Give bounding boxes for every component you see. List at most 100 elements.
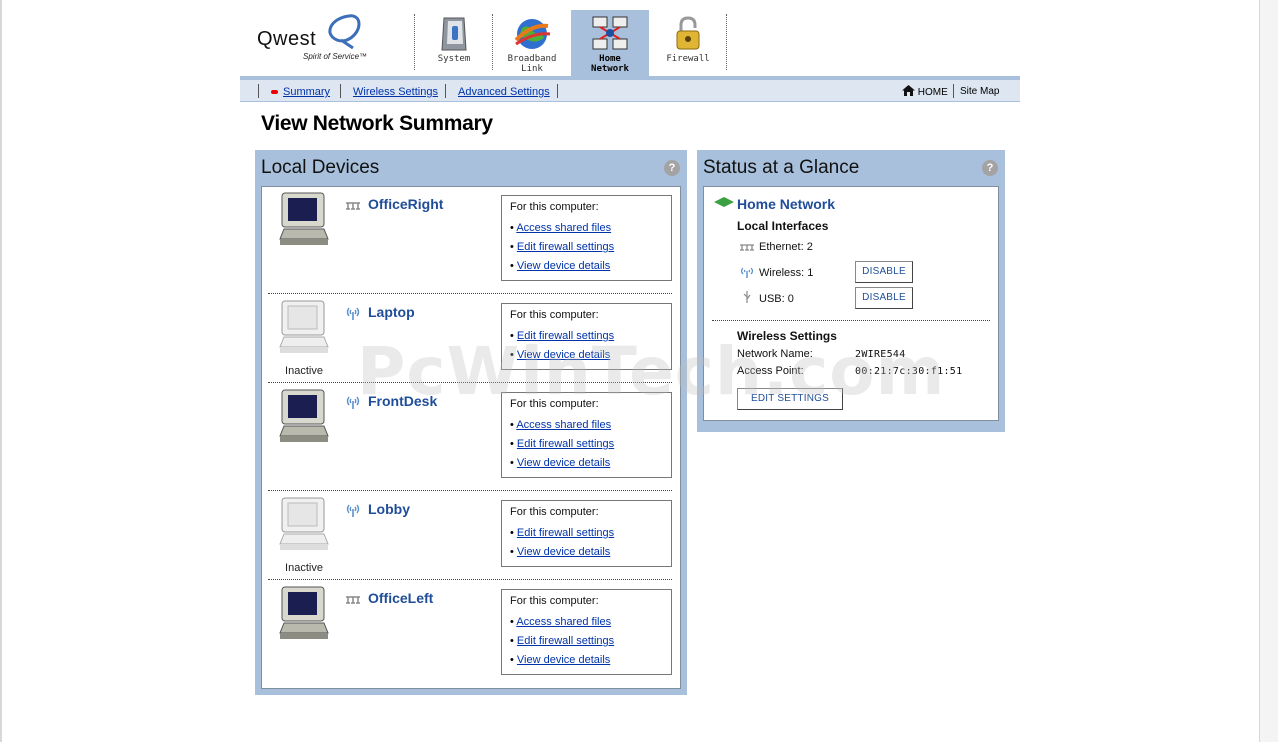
edit-settings-button[interactable]: EDIT SETTINGS — [737, 388, 843, 410]
window-left-border — [0, 0, 2, 742]
system-icon — [441, 17, 467, 51]
qwest-logo[interactable]: Qwest Spirit of Service™ — [257, 14, 367, 61]
device-actions-header: For this computer: — [510, 595, 599, 607]
disable-wireless-button[interactable]: DISABLE — [855, 261, 913, 283]
wireless-icon — [740, 267, 754, 278]
panel-title: Local Devices — [261, 157, 380, 178]
subnav-separator — [953, 84, 954, 98]
device-name[interactable]: Lobby — [368, 501, 410, 517]
usb-icon — [743, 291, 751, 303]
device-name[interactable]: FrontDesk — [368, 393, 437, 409]
inactive-computer-icon[interactable] — [276, 299, 332, 357]
subnav-summary[interactable]: Summary — [271, 86, 330, 98]
header: Qwest Spirit of Service™ System Broadban… — [240, 8, 1020, 76]
inactive-computer-icon[interactable] — [276, 496, 332, 554]
nav-tab-broadband-link[interactable]: Broadband Link — [493, 10, 571, 76]
subnav-separator — [340, 84, 341, 98]
home-link[interactable]: HOME — [902, 85, 948, 98]
access-point-value: 00:21:7c:30:f1:51 — [855, 366, 963, 377]
device-actions-header: For this computer: — [510, 398, 599, 410]
nav-tab-home-network[interactable]: Home Network — [571, 10, 649, 76]
device-actions-box: For this computer: Access shared files E… — [501, 195, 672, 281]
device-officeright: OfficeRight For this computer: Access sh… — [262, 187, 680, 295]
home-network-link[interactable]: Home Network — [737, 196, 835, 212]
subnav-wireless-settings-link[interactable]: Wireless Settings — [353, 86, 438, 98]
nav-tab-system[interactable]: System — [415, 10, 493, 76]
edit-firewall-settings-link[interactable]: Edit firewall settings — [517, 241, 614, 253]
device-name[interactable]: OfficeRight — [368, 196, 443, 212]
subnav-separator — [557, 84, 558, 98]
subnav-advanced-settings[interactable]: Advanced Settings — [458, 86, 550, 98]
ethernet-icon — [346, 596, 360, 604]
site-map-link[interactable]: Site Map — [960, 86, 999, 97]
help-icon[interactable]: ? — [982, 160, 998, 176]
diamond-bullet-icon — [714, 197, 734, 207]
local-devices-list: OfficeRight For this computer: Access sh… — [261, 186, 681, 689]
device-actions-box: For this computer: Access shared files E… — [501, 589, 672, 675]
wireless-icon — [346, 396, 360, 409]
edit-firewall-settings-link[interactable]: Edit firewall settings — [517, 438, 614, 450]
nav-tab-label: Home Network — [591, 54, 629, 74]
access-shared-files-link[interactable]: Access shared files — [516, 419, 611, 431]
subnav-advanced-settings-link[interactable]: Advanced Settings — [458, 86, 550, 98]
subnav-summary-link[interactable]: Summary — [283, 86, 330, 98]
network-name-value: 2WIRE544 — [855, 349, 906, 360]
device-name[interactable]: OfficeLeft — [368, 590, 433, 606]
subnav-wireless-settings[interactable]: Wireless Settings — [353, 86, 438, 98]
nav-tab-label: Broadband Link — [507, 54, 557, 74]
device-divider — [268, 579, 672, 580]
ethernet-count: Ethernet: 2 — [759, 241, 813, 253]
active-computer-icon[interactable] — [276, 585, 332, 643]
device-divider — [268, 293, 672, 294]
device-actions-header: For this computer: — [510, 309, 599, 321]
subnav-separator — [445, 84, 446, 98]
padlock-icon — [676, 16, 700, 50]
edit-firewall-settings-link[interactable]: Edit firewall settings — [517, 527, 614, 539]
globe-icon — [514, 19, 551, 49]
wireless-icon — [346, 504, 360, 517]
sub-navigation: Summary Wireless Settings Advanced Setti… — [240, 76, 1020, 102]
view-device-details-link[interactable]: View device details — [517, 349, 610, 361]
access-shared-files-link[interactable]: Access shared files — [516, 222, 611, 234]
nav-tab-label: Firewall — [666, 54, 710, 64]
panel-title: Status at a Glance — [703, 157, 860, 178]
nav-tab-firewall[interactable]: Firewall — [649, 10, 727, 76]
edit-firewall-settings-link[interactable]: Edit firewall settings — [517, 635, 614, 647]
logo-swoosh-icon — [328, 14, 361, 50]
scrollbar-track[interactable] — [1259, 0, 1278, 742]
local-interfaces-heading: Local Interfaces — [737, 219, 829, 233]
view-device-details-link[interactable]: View device details — [517, 457, 610, 469]
wireless-count: Wireless: 1 — [759, 267, 814, 279]
status-divider — [712, 320, 990, 321]
network-name-label: Network Name: — [737, 348, 813, 360]
home-label: HOME — [917, 87, 948, 98]
page-title: View Network Summary — [261, 112, 493, 135]
active-computer-icon[interactable] — [276, 191, 332, 249]
device-name[interactable]: Laptop — [368, 304, 415, 320]
logo-wordmark: Qwest — [257, 28, 317, 50]
device-actions-box: For this computer: Edit firewall setting… — [501, 303, 672, 370]
edit-firewall-settings-link[interactable]: Edit firewall settings — [517, 330, 614, 342]
device-divider — [268, 490, 672, 491]
device-divider — [268, 382, 672, 383]
device-actions-header: For this computer: — [510, 506, 599, 518]
network-icon — [592, 16, 628, 50]
access-shared-files-link[interactable]: Access shared files — [516, 616, 611, 628]
active-computer-icon[interactable] — [276, 388, 332, 446]
help-icon[interactable]: ? — [664, 160, 680, 176]
wireless-settings-heading: Wireless Settings — [737, 329, 837, 343]
device-officeleft: OfficeLeft For this computer: Access sha… — [262, 581, 680, 689]
access-point-label: Access Point: — [737, 365, 804, 377]
device-status: Inactive — [285, 365, 323, 377]
view-device-details-link[interactable]: View device details — [517, 260, 610, 272]
device-actions-box: For this computer: Edit firewall setting… — [501, 500, 672, 567]
disable-usb-button[interactable]: DISABLE — [855, 287, 913, 309]
usb-count: USB: 0 — [759, 293, 794, 305]
status-panel: Status at a Glance ? Home Network Local … — [697, 150, 1005, 432]
view-device-details-link[interactable]: View device details — [517, 654, 610, 666]
view-device-details-link[interactable]: View device details — [517, 546, 610, 558]
device-actions-box: For this computer: Access shared files E… — [501, 392, 672, 478]
ethernet-icon — [346, 202, 360, 210]
logo-tagline: Spirit of Service™ — [303, 52, 368, 61]
status-content: Home Network Local Interfaces Ethernet: … — [703, 186, 999, 421]
